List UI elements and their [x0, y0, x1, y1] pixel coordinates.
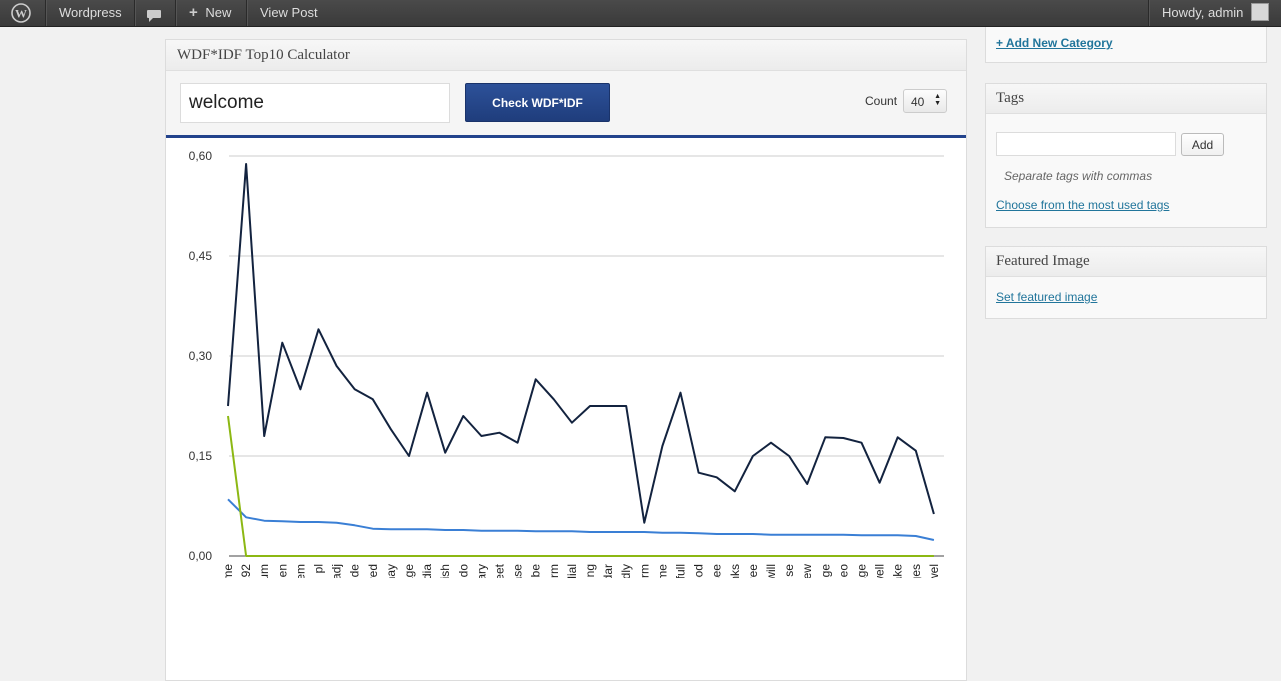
- y-tick-label: 0,00: [189, 549, 213, 563]
- x-tick-label: greeting: [583, 564, 597, 578]
- avatar[interactable]: [1251, 3, 1269, 21]
- x-tick-label: warm: [637, 564, 651, 578]
- panel-header: WDF*IDF Top10 Calculator: [166, 40, 966, 71]
- count-value: 40: [911, 95, 925, 109]
- x-tick-label: good: [692, 564, 706, 578]
- tags-input[interactable]: [996, 132, 1176, 156]
- view-post-link[interactable]: View Post: [260, 0, 318, 26]
- x-tick-label: youtube: [529, 564, 543, 578]
- chart-grid: [229, 155, 944, 557]
- x-tick-label: may: [384, 564, 398, 578]
- x-tick-label: bem: [293, 564, 307, 578]
- x-tick-label: geladen: [275, 564, 289, 578]
- svg-text:W: W: [15, 7, 27, 21]
- x-tick-label: warm: [547, 564, 561, 578]
- tags-title: Tags: [986, 84, 1266, 114]
- wordpress-logo-icon[interactable]: W: [11, 3, 31, 23]
- x-tick-label: languages: [909, 564, 923, 578]
- x-tick-label: de: [348, 564, 362, 578]
- x-tick-label: free: [746, 564, 760, 578]
- x-axis-ticks: welcome x2192 fórum geladen bempladjde receiv…: [221, 563, 941, 578]
- count-select[interactable]: 40 ▲ ▼: [903, 89, 947, 113]
- x-tick-label: please: [511, 564, 525, 578]
- x-tick-label: change: [818, 564, 832, 578]
- chart-series: [227, 163, 935, 557]
- featured-image-box: Featured Image Set featured image: [985, 246, 1267, 319]
- site-name-link[interactable]: Wordpress: [59, 0, 122, 26]
- x-tick-label: links: [728, 564, 742, 578]
- x-tick-label: well: [873, 564, 887, 578]
- y-tick-label: 0,30: [189, 349, 213, 363]
- select-arrows-icon: ▲ ▼: [934, 93, 941, 107]
- series-line-average: [227, 498, 935, 541]
- x-tick-label: adj: [330, 564, 344, 578]
- add-new-category-link[interactable]: + Add New Category: [996, 36, 1113, 50]
- tags-box: Tags Add Separate tags with commas Choos…: [985, 83, 1267, 228]
- x-tick-label: wel: [927, 564, 941, 578]
- x-tick-label: x2192: [239, 564, 253, 578]
- y-axis-ticks: 0,00 0,15 0,30 0,45 0,60: [189, 149, 213, 563]
- x-tick-label: page: [402, 564, 416, 578]
- featured-image-title: Featured Image: [986, 247, 1266, 277]
- panel-title: WDF*IDF Top10 Calculator: [177, 47, 350, 63]
- y-tick-label: 0,15: [189, 449, 213, 463]
- y-tick-label: 0,60: [189, 149, 213, 163]
- x-tick-label: pl: [312, 564, 326, 573]
- admin-bar: W Wordpress + New View Post Howdy, admin: [0, 0, 1281, 27]
- x-tick-label: see: [710, 564, 724, 578]
- new-content-button[interactable]: + New: [189, 0, 231, 26]
- categories-box: + Add New Category: [985, 27, 1267, 63]
- keyword-input[interactable]: [180, 83, 450, 123]
- x-tick-label: received: [366, 564, 380, 578]
- x-tick-label: dictionary: [474, 564, 488, 578]
- most-used-tags-link[interactable]: Choose from the most used tags: [996, 198, 1169, 212]
- howdy-account-link[interactable]: Howdy, admin: [1162, 0, 1243, 26]
- add-tag-button[interactable]: Add: [1181, 133, 1224, 156]
- count-label: Count: [865, 94, 898, 108]
- x-tick-label: wikipedia: [420, 564, 434, 578]
- x-tick-label: dar: [601, 564, 615, 578]
- y-tick-label: 0,45: [189, 249, 213, 263]
- x-tick-label: video: [836, 564, 850, 578]
- wdf-idf-chart: 0,00 0,15 0,30 0,45 0,60 welcome x2192 fórumge…: [189, 149, 944, 578]
- x-tick-label: fórum: [257, 564, 271, 578]
- x-tick-label: make: [891, 564, 905, 578]
- check-wdf-idf-button[interactable]: Check WDF*IDF: [465, 83, 610, 122]
- x-tick-label: se: [782, 564, 796, 577]
- x-tick-label: full: [674, 564, 688, 578]
- x-tick-label: vindo: [456, 564, 470, 578]
- x-tick-label: view: [800, 564, 814, 578]
- x-tick-label: language: [855, 564, 869, 578]
- x-tick-label: welcome: [221, 564, 235, 578]
- new-label: New: [205, 5, 232, 20]
- set-featured-image-link[interactable]: Set featured image: [996, 290, 1097, 304]
- x-tick-label: gladly: [619, 564, 633, 578]
- series-line-max: [227, 163, 935, 524]
- comments-icon[interactable]: [146, 6, 162, 22]
- x-tick-label: home: [655, 564, 669, 578]
- x-tick-label: english: [438, 564, 452, 578]
- plus-icon: +: [189, 4, 198, 21]
- x-tick-label: cordial: [565, 564, 579, 578]
- panel-controls: Check WDF*IDF Count 40 ▲▼: [166, 71, 966, 138]
- x-tick-label: greet: [493, 563, 507, 578]
- wdf-idf-panel: WDF*IDF Top10 Calculator Check WDF*IDF C…: [165, 39, 967, 681]
- x-tick-label: will: [764, 564, 778, 578]
- tags-hint: Separate tags with commas: [1004, 169, 1153, 183]
